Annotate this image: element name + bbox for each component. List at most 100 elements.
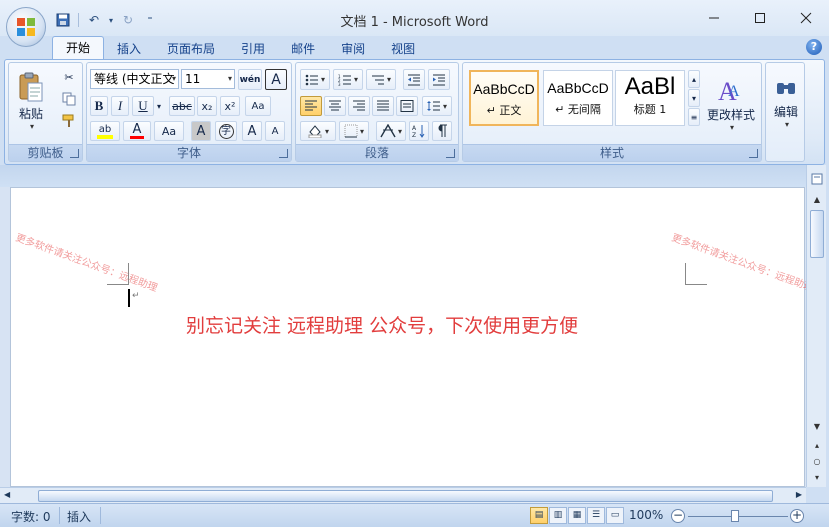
editing-label: 编辑: [773, 105, 798, 119]
change-styles-icon: A A: [718, 77, 740, 104]
zoom-slider-knob[interactable]: [731, 510, 739, 522]
style-heading-1[interactable]: AaBl 标题 1: [615, 70, 685, 126]
styles-scroll-down-icon[interactable]: ▾: [688, 89, 700, 107]
styles-launcher-icon[interactable]: [749, 149, 758, 158]
sort-icon[interactable]: AZ: [409, 121, 429, 141]
font-color-button[interactable]: A: [123, 121, 151, 141]
web-layout-icon[interactable]: ▦: [568, 507, 586, 524]
distributed-icon[interactable]: [396, 96, 418, 116]
font-size-select[interactable]: 11 ▾: [181, 69, 235, 89]
copy-icon[interactable]: [59, 90, 79, 108]
clipboard-launcher-icon[interactable]: [70, 149, 79, 158]
chinese-layout-button[interactable]: ▾: [376, 121, 406, 141]
insert-mode[interactable]: 插入: [67, 508, 91, 525]
decrease-indent-icon[interactable]: [403, 69, 425, 90]
scroll-down-icon[interactable]: ▼: [809, 418, 825, 434]
tab-view[interactable]: 视图: [378, 38, 428, 60]
highlight-button[interactable]: ab: [90, 121, 120, 141]
align-right-icon[interactable]: [348, 96, 370, 116]
style-normal[interactable]: AaBbCcD ↵ 正文: [469, 70, 539, 126]
underline-button[interactable]: U: [132, 96, 154, 116]
borders-button[interactable]: ▾: [339, 121, 369, 141]
styles-group: AaBbCcD ↵ 正文 AaBbCcD ↵ 无间隔 AaBl 标题 1 ▴ ▾…: [462, 62, 762, 162]
align-left-icon[interactable]: [300, 96, 322, 116]
close-button[interactable]: [783, 0, 829, 36]
strikethrough-button[interactable]: abc: [169, 96, 195, 116]
tab-references[interactable]: 引用: [228, 38, 278, 60]
scroll-corner: [806, 487, 829, 503]
help-icon[interactable]: ?: [806, 39, 822, 55]
vertical-scrollbar[interactable]: ▲ ▼ ▴ ○ ▾: [806, 165, 826, 487]
title-bar: ↶ ▾ ↻ ⁼ 文档 1 - Microsoft Word: [0, 0, 829, 36]
character-border-button[interactable]: A: [265, 69, 287, 90]
tab-page-layout[interactable]: 页面布局: [154, 38, 228, 60]
paragraph-group-label: 段落: [296, 144, 458, 161]
paste-button[interactable]: 粘贴 ▾: [13, 67, 49, 135]
numbering-button[interactable]: 1 2 3 ▾: [333, 69, 363, 90]
styles-more-icon[interactable]: ≡: [688, 108, 700, 126]
full-screen-reading-icon[interactable]: ▥: [549, 507, 567, 524]
styles-group-label: 样式: [463, 144, 761, 161]
increase-indent-icon[interactable]: [428, 69, 450, 90]
ruler-toggle-icon[interactable]: [809, 171, 825, 187]
tab-mailings[interactable]: 邮件: [278, 38, 328, 60]
format-painter-icon[interactable]: [59, 112, 79, 130]
word-count[interactable]: 字数: 0: [11, 508, 51, 525]
styles-scroll-up-icon[interactable]: ▴: [688, 70, 700, 88]
font-name-select[interactable]: 等线 (中文正文 ▾: [90, 69, 179, 89]
minimize-button[interactable]: [691, 0, 737, 36]
change-styles-button[interactable]: A A 更改样式 ▾: [703, 67, 759, 139]
phonetic-guide-button[interactable]: wén: [238, 69, 262, 90]
multilevel-list-button[interactable]: ▾: [366, 69, 396, 90]
office-button[interactable]: [6, 7, 46, 47]
bullets-button[interactable]: ▾: [300, 69, 330, 90]
binoculars-icon: [777, 83, 795, 94]
line-spacing-button[interactable]: ▾: [422, 96, 452, 116]
zoom-in-icon[interactable]: +: [790, 509, 804, 523]
shading-button[interactable]: ▾: [300, 121, 336, 141]
style-no-spacing[interactable]: AaBbCcD ↵ 无间隔: [543, 70, 613, 126]
italic-button[interactable]: I: [111, 96, 129, 116]
horizontal-scrollbar[interactable]: ◀ ▶: [0, 487, 806, 503]
office-logo-icon: [17, 18, 35, 36]
tab-insert[interactable]: 插入: [104, 38, 154, 60]
bold-button[interactable]: B: [90, 96, 108, 116]
paragraph-launcher-icon[interactable]: [446, 149, 455, 158]
ruler-strip: [0, 165, 806, 187]
font-launcher-icon[interactable]: [279, 149, 288, 158]
previous-page-icon[interactable]: ▴: [809, 437, 825, 453]
scroll-up-icon[interactable]: ▲: [809, 191, 825, 207]
horizontal-scroll-thumb[interactable]: [38, 490, 773, 502]
shrink-font-button[interactable]: A: [265, 121, 285, 141]
superscript-button[interactable]: x²: [220, 96, 240, 116]
change-case-button[interactable]: Aa: [154, 121, 184, 141]
tab-review[interactable]: 审阅: [328, 38, 378, 60]
paragraph-group: ▾ 1 2 3 ▾ ▾ ▾ ▾ ▾ ▾ A Z 段落: [295, 62, 459, 162]
scroll-right-icon[interactable]: ▶: [796, 490, 802, 499]
character-shading-button[interactable]: A: [191, 121, 211, 141]
editing-button[interactable]: 编辑 ▾: [768, 67, 804, 139]
print-layout-view-icon[interactable]: ▤: [530, 507, 548, 524]
editing-group: 编辑 ▾: [765, 62, 805, 162]
vertical-scroll-thumb[interactable]: [810, 210, 824, 258]
justify-icon[interactable]: [372, 96, 394, 116]
draft-view-icon[interactable]: ▭: [606, 507, 624, 524]
maximize-button[interactable]: [737, 0, 783, 36]
outline-view-icon[interactable]: ☰: [587, 507, 605, 524]
font-group-label: 字体: [87, 144, 291, 161]
zoom-out-icon[interactable]: −: [671, 509, 685, 523]
grow-font-button[interactable]: A: [242, 121, 262, 141]
show-marks-icon[interactable]: [432, 121, 452, 141]
underline-dropdown-icon[interactable]: ▾: [154, 96, 164, 116]
enclose-characters-button[interactable]: 字: [215, 121, 237, 141]
cut-icon[interactable]: ✂: [59, 68, 79, 86]
align-center-icon[interactable]: [324, 96, 346, 116]
clear-formatting-button[interactable]: Aa: [245, 96, 271, 116]
tab-home[interactable]: 开始: [52, 36, 105, 60]
svg-text:Z: Z: [412, 132, 416, 138]
subscript-button[interactable]: x₂: [197, 96, 217, 116]
zoom-level[interactable]: 100%: [629, 508, 663, 522]
scroll-left-icon[interactable]: ◀: [4, 490, 10, 499]
next-page-icon[interactable]: ▾: [809, 469, 825, 485]
select-browse-object-icon[interactable]: ○: [809, 453, 825, 469]
